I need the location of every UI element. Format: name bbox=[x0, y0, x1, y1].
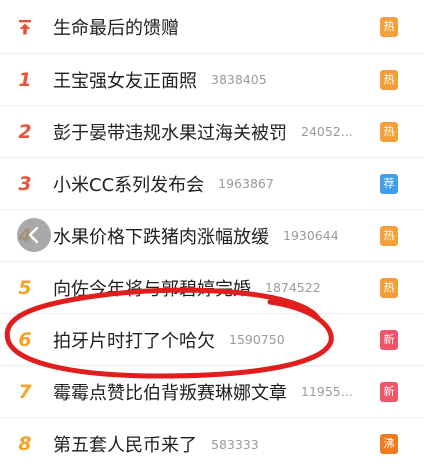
list-item[interactable]: 8 第五套人民币来了 583333 沸 bbox=[0, 418, 424, 470]
rank-number: 6 bbox=[18, 328, 32, 351]
item-title: 小米CC系列发布会 bbox=[53, 174, 205, 196]
recommend-badge: 荐 bbox=[380, 173, 398, 194]
list-item[interactable]: 7 霉霉点赞比伯背叛赛琳娜文章 11955... 新 bbox=[0, 366, 424, 418]
item-title: 向佐今年将与郭碧婷完婚 bbox=[53, 278, 251, 300]
item-title: 彭于晏带违规水果过海关被罚 bbox=[53, 122, 287, 144]
back-button[interactable] bbox=[17, 218, 51, 252]
search-count: 1963867 bbox=[218, 176, 274, 191]
list-item[interactable]: 6 拍牙片时打了个哈欠 1590750 新 bbox=[0, 314, 424, 366]
search-count: 3838405 bbox=[211, 72, 267, 87]
chevron-left-icon bbox=[28, 226, 39, 244]
list-item[interactable]: 4 水果价格下跌猪肉涨幅放缓 1930644 热 bbox=[0, 210, 424, 262]
list-item[interactable]: 1 王宝强女友正面照 3838405 热 bbox=[0, 54, 424, 106]
hot-badge: 热 bbox=[380, 277, 398, 298]
list-item-top[interactable]: 生命最后的馈赠 热 bbox=[0, 0, 424, 54]
rank-number: 7 bbox=[18, 380, 32, 403]
hot-badge: 热 bbox=[380, 69, 398, 90]
search-count: 1930644 bbox=[283, 228, 339, 243]
rank-number: 1 bbox=[18, 68, 32, 91]
item-title: 拍牙片时打了个哈欠 bbox=[53, 330, 215, 352]
rank-number: 2 bbox=[18, 120, 32, 143]
new-badge: 新 bbox=[380, 329, 398, 350]
list-item[interactable]: 2 彭于晏带违规水果过海关被罚 24052... 热 bbox=[0, 106, 424, 158]
search-count: 1874522 bbox=[265, 280, 321, 295]
list-item[interactable]: 5 向佐今年将与郭碧婷完婚 1874522 热 bbox=[0, 262, 424, 314]
search-count: 1590750 bbox=[229, 332, 285, 347]
search-count: 24052... bbox=[301, 124, 353, 139]
hot-badge: 热 bbox=[380, 16, 398, 37]
item-title: 霉霉点赞比伯背叛赛琳娜文章 bbox=[53, 382, 287, 404]
search-count: 11955... bbox=[301, 384, 353, 399]
rank-number: 3 bbox=[18, 172, 32, 195]
list-item[interactable]: 3 小米CC系列发布会 1963867 荐 bbox=[0, 158, 424, 210]
pin-top-icon bbox=[0, 18, 50, 36]
item-title: 第五套人民币来了 bbox=[53, 435, 197, 456]
item-title: 生命最后的馈赠 bbox=[53, 17, 179, 39]
boil-badge: 沸 bbox=[380, 434, 398, 454]
rank-number: 8 bbox=[18, 433, 32, 455]
hot-badge: 热 bbox=[380, 225, 398, 246]
item-title: 水果价格下跌猪肉涨幅放缓 bbox=[53, 226, 269, 248]
hot-badge: 热 bbox=[380, 121, 398, 142]
rank-number: 5 bbox=[18, 276, 32, 299]
search-count: 583333 bbox=[211, 436, 259, 452]
item-title: 王宝强女友正面照 bbox=[53, 70, 197, 92]
new-badge: 新 bbox=[380, 381, 398, 402]
hot-search-list: 生命最后的馈赠 热 1 王宝强女友正面照 3838405 热 2 彭于晏带违规水… bbox=[0, 0, 424, 470]
